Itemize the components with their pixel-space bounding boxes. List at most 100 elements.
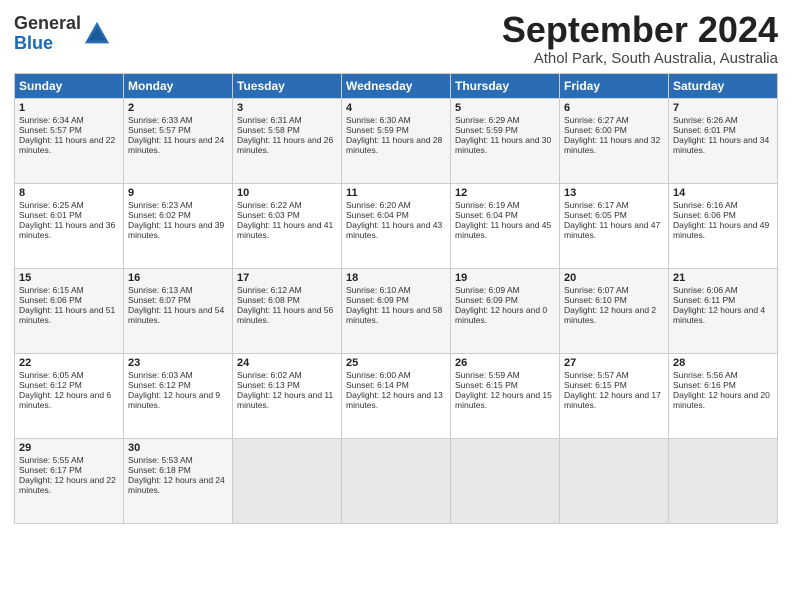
day-number: 19 bbox=[455, 272, 555, 284]
day-number: 3 bbox=[237, 102, 337, 114]
daylight: Daylight: 11 hours and 36 minutes. bbox=[19, 220, 115, 240]
daylight: Daylight: 12 hours and 13 minutes. bbox=[346, 390, 443, 410]
calendar-day-cell: 24Sunrise: 6:02 AMSunset: 6:13 PMDayligh… bbox=[233, 353, 342, 438]
sunset: Sunset: 5:57 PM bbox=[128, 125, 191, 135]
sunrise: Sunrise: 5:57 AM bbox=[564, 370, 629, 380]
calendar-day-cell: 14Sunrise: 6:16 AMSunset: 6:06 PMDayligh… bbox=[669, 183, 778, 268]
sunset: Sunset: 6:10 PM bbox=[564, 295, 627, 305]
sunrise: Sunrise: 6:20 AM bbox=[346, 200, 411, 210]
day-number: 13 bbox=[564, 187, 664, 199]
daylight: Daylight: 12 hours and 17 minutes. bbox=[564, 390, 661, 410]
day-number: 8 bbox=[19, 187, 119, 199]
calendar-week-row: 15Sunrise: 6:15 AMSunset: 6:06 PMDayligh… bbox=[15, 268, 778, 353]
sunset: Sunset: 5:57 PM bbox=[19, 125, 82, 135]
calendar-day-cell bbox=[233, 438, 342, 523]
sunset: Sunset: 6:14 PM bbox=[346, 380, 409, 390]
sunrise: Sunrise: 6:30 AM bbox=[346, 115, 411, 125]
sunrise: Sunrise: 6:22 AM bbox=[237, 200, 302, 210]
sunset: Sunset: 6:18 PM bbox=[128, 465, 191, 475]
sunset: Sunset: 6:12 PM bbox=[19, 380, 82, 390]
sunset: Sunset: 6:01 PM bbox=[673, 125, 736, 135]
calendar-week-row: 29Sunrise: 5:55 AMSunset: 6:17 PMDayligh… bbox=[15, 438, 778, 523]
daylight: Daylight: 11 hours and 51 minutes. bbox=[19, 305, 115, 325]
calendar-day-cell: 17Sunrise: 6:12 AMSunset: 6:08 PMDayligh… bbox=[233, 268, 342, 353]
calendar-day-cell: 16Sunrise: 6:13 AMSunset: 6:07 PMDayligh… bbox=[124, 268, 233, 353]
sunrise: Sunrise: 6:19 AM bbox=[455, 200, 520, 210]
day-number: 20 bbox=[564, 272, 664, 284]
sunset: Sunset: 5:59 PM bbox=[455, 125, 518, 135]
sunrise: Sunrise: 6:13 AM bbox=[128, 285, 193, 295]
day-number: 2 bbox=[128, 102, 228, 114]
sunrise: Sunrise: 6:07 AM bbox=[564, 285, 629, 295]
day-number: 28 bbox=[673, 357, 773, 369]
calendar-day-cell: 30Sunrise: 5:53 AMSunset: 6:18 PMDayligh… bbox=[124, 438, 233, 523]
day-number: 9 bbox=[128, 187, 228, 199]
sunset: Sunset: 6:12 PM bbox=[128, 380, 191, 390]
calendar-day-cell: 29Sunrise: 5:55 AMSunset: 6:17 PMDayligh… bbox=[15, 438, 124, 523]
daylight: Daylight: 11 hours and 56 minutes. bbox=[237, 305, 333, 325]
sunrise: Sunrise: 6:17 AM bbox=[564, 200, 629, 210]
calendar-day-cell: 25Sunrise: 6:00 AMSunset: 6:14 PMDayligh… bbox=[342, 353, 451, 438]
day-number: 6 bbox=[564, 102, 664, 114]
daylight: Daylight: 11 hours and 34 minutes. bbox=[673, 135, 769, 155]
location: Athol Park, South Australia, Australia bbox=[502, 50, 778, 67]
sunrise: Sunrise: 6:03 AM bbox=[128, 370, 193, 380]
daylight: Daylight: 11 hours and 32 minutes. bbox=[564, 135, 660, 155]
calendar-day-cell bbox=[342, 438, 451, 523]
daylight: Daylight: 12 hours and 22 minutes. bbox=[19, 475, 116, 495]
day-number: 27 bbox=[564, 357, 664, 369]
sunset: Sunset: 6:17 PM bbox=[19, 465, 82, 475]
day-number: 12 bbox=[455, 187, 555, 199]
calendar-day-cell bbox=[451, 438, 560, 523]
logo: General Blue bbox=[14, 14, 111, 54]
day-number: 29 bbox=[19, 442, 119, 454]
sunrise: Sunrise: 6:27 AM bbox=[564, 115, 629, 125]
sunset: Sunset: 6:05 PM bbox=[564, 210, 627, 220]
day-number: 23 bbox=[128, 357, 228, 369]
calendar-day-cell: 20Sunrise: 6:07 AMSunset: 6:10 PMDayligh… bbox=[560, 268, 669, 353]
calendar-day-cell: 8Sunrise: 6:25 AMSunset: 6:01 PMDaylight… bbox=[15, 183, 124, 268]
sunset: Sunset: 6:13 PM bbox=[237, 380, 300, 390]
day-number: 30 bbox=[128, 442, 228, 454]
day-number: 15 bbox=[19, 272, 119, 284]
calendar-day-cell: 19Sunrise: 6:09 AMSunset: 6:09 PMDayligh… bbox=[451, 268, 560, 353]
day-number: 22 bbox=[19, 357, 119, 369]
calendar-day-cell: 11Sunrise: 6:20 AMSunset: 6:04 PMDayligh… bbox=[342, 183, 451, 268]
sunrise: Sunrise: 5:56 AM bbox=[673, 370, 738, 380]
calendar-week-row: 22Sunrise: 6:05 AMSunset: 6:12 PMDayligh… bbox=[15, 353, 778, 438]
daylight: Daylight: 11 hours and 30 minutes. bbox=[455, 135, 551, 155]
day-number: 7 bbox=[673, 102, 773, 114]
day-number: 25 bbox=[346, 357, 446, 369]
sunrise: Sunrise: 6:12 AM bbox=[237, 285, 302, 295]
calendar-day-cell: 13Sunrise: 6:17 AMSunset: 6:05 PMDayligh… bbox=[560, 183, 669, 268]
sunset: Sunset: 6:04 PM bbox=[455, 210, 518, 220]
day-number: 14 bbox=[673, 187, 773, 199]
daylight: Daylight: 12 hours and 20 minutes. bbox=[673, 390, 770, 410]
calendar-day-cell: 28Sunrise: 5:56 AMSunset: 6:16 PMDayligh… bbox=[669, 353, 778, 438]
sunrise: Sunrise: 6:15 AM bbox=[19, 285, 84, 295]
sunrise: Sunrise: 6:10 AM bbox=[346, 285, 411, 295]
sunrise: Sunrise: 6:09 AM bbox=[455, 285, 520, 295]
sunset: Sunset: 6:07 PM bbox=[128, 295, 191, 305]
calendar-day-cell: 15Sunrise: 6:15 AMSunset: 6:06 PMDayligh… bbox=[15, 268, 124, 353]
calendar-table: SundayMondayTuesdayWednesdayThursdayFrid… bbox=[14, 73, 778, 524]
calendar-day-cell: 26Sunrise: 5:59 AMSunset: 6:15 PMDayligh… bbox=[451, 353, 560, 438]
daylight: Daylight: 11 hours and 24 minutes. bbox=[128, 135, 224, 155]
sunset: Sunset: 6:06 PM bbox=[19, 295, 82, 305]
daylight: Daylight: 11 hours and 41 minutes. bbox=[237, 220, 333, 240]
daylight: Daylight: 11 hours and 22 minutes. bbox=[19, 135, 115, 155]
calendar-day-cell: 27Sunrise: 5:57 AMSunset: 6:15 PMDayligh… bbox=[560, 353, 669, 438]
calendar-day-cell: 3Sunrise: 6:31 AMSunset: 5:58 PMDaylight… bbox=[233, 98, 342, 183]
daylight: Daylight: 12 hours and 9 minutes. bbox=[128, 390, 220, 410]
daylight: Daylight: 12 hours and 2 minutes. bbox=[564, 305, 656, 325]
calendar-week-row: 8Sunrise: 6:25 AMSunset: 6:01 PMDaylight… bbox=[15, 183, 778, 268]
sunrise: Sunrise: 6:31 AM bbox=[237, 115, 302, 125]
calendar-day-cell: 21Sunrise: 6:06 AMSunset: 6:11 PMDayligh… bbox=[669, 268, 778, 353]
calendar-day-cell: 7Sunrise: 6:26 AMSunset: 6:01 PMDaylight… bbox=[669, 98, 778, 183]
sunset: Sunset: 6:11 PM bbox=[673, 295, 735, 305]
calendar-header-row: SundayMondayTuesdayWednesdayThursdayFrid… bbox=[15, 73, 778, 98]
daylight: Daylight: 11 hours and 58 minutes. bbox=[346, 305, 442, 325]
daylight: Daylight: 11 hours and 28 minutes. bbox=[346, 135, 442, 155]
day-number: 4 bbox=[346, 102, 446, 114]
sunset: Sunset: 5:59 PM bbox=[346, 125, 409, 135]
